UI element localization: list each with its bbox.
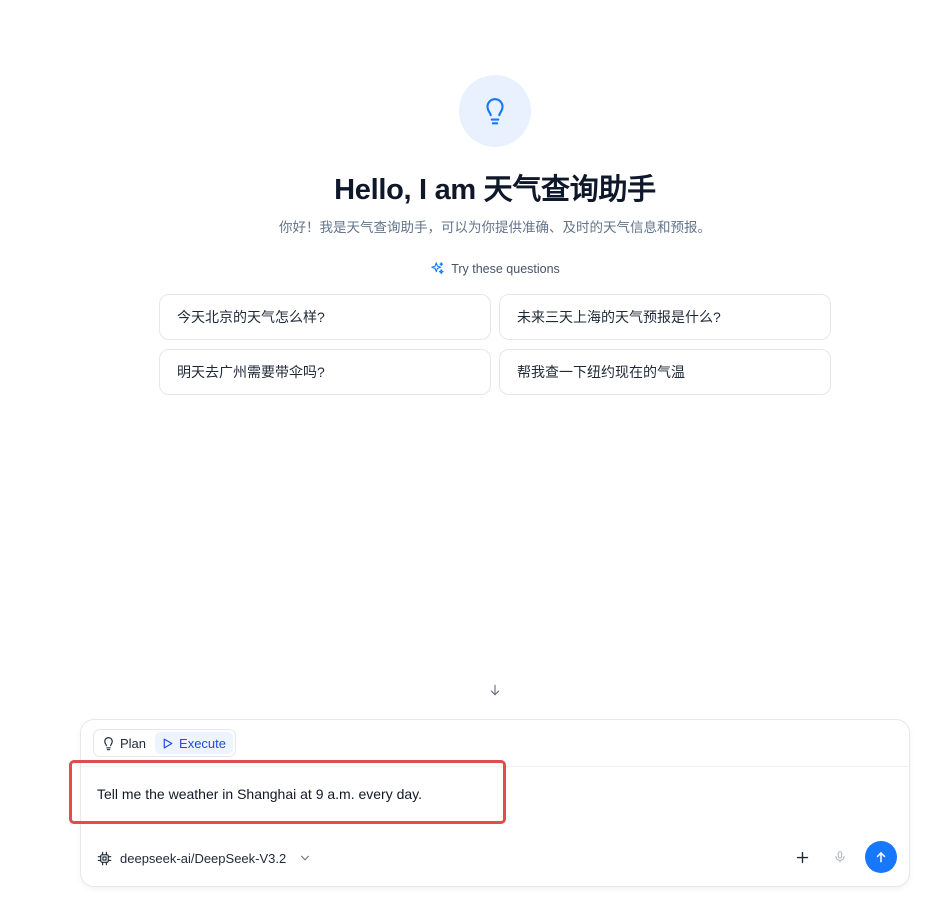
cpu-chip-icon xyxy=(97,851,112,865)
play-icon xyxy=(163,738,173,748)
sparkles-icon xyxy=(431,262,444,275)
model-selector[interactable]: deepseek-ai/DeepSeek-V3.2 xyxy=(97,848,312,868)
execute-mode-button[interactable]: Execute xyxy=(155,732,234,754)
plan-mode-label: Plan xyxy=(120,735,147,751)
plan-mode-button[interactable]: Plan xyxy=(96,732,153,754)
plus-icon xyxy=(796,851,808,863)
page-subtitle: 你好！我是天气查询助手，可以为你提供准确、及时的天气信息和预报。 xyxy=(279,220,711,235)
arrow-up-icon xyxy=(876,852,886,863)
arrow-down-icon xyxy=(490,684,500,696)
voice-input-button[interactable] xyxy=(827,844,853,870)
suggestion-grid: 今天北京的天气怎么样? 未来三天上海的天气预报是什么? 明天去广州需要带伞吗? … xyxy=(159,294,831,395)
message-composer: Plan Execute deepseek-ai/DeepSeek-V3.2 xyxy=(80,719,910,887)
add-attachment-button[interactable] xyxy=(789,844,815,870)
execute-mode-label: Execute xyxy=(179,735,227,751)
hero-lightbulb-badge xyxy=(459,75,531,147)
lightbulb-icon xyxy=(486,98,504,125)
send-button[interactable] xyxy=(865,841,897,873)
suggestion-card[interactable]: 明天去广州需要带伞吗? xyxy=(159,349,491,395)
suggestion-card[interactable]: 未来三天上海的天气预报是什么? xyxy=(499,294,831,340)
chevron-down-icon xyxy=(301,855,310,861)
page-title: Hello, I am 天气查询助手 xyxy=(334,174,656,206)
microphone-icon xyxy=(835,851,845,863)
model-name: deepseek-ai/DeepSeek-V3.2 xyxy=(120,850,287,866)
composer-divider xyxy=(81,766,909,767)
composer-actions xyxy=(789,841,897,873)
mode-switch: Plan Execute xyxy=(93,729,237,757)
chat-page: Hello, I am 天气查询助手 你好！我是天气查询助手，可以为你提供准确、… xyxy=(0,0,947,908)
suggestion-card[interactable]: 帮我查一下纽约现在的气温 xyxy=(499,349,831,395)
scroll-to-bottom-button[interactable] xyxy=(486,681,504,699)
suggestion-card[interactable]: 今天北京的天气怎么样? xyxy=(159,294,491,340)
try-questions-text: Try these questions xyxy=(451,261,560,276)
message-input[interactable] xyxy=(97,786,887,802)
lightbulb-icon xyxy=(104,736,113,750)
try-questions-label: Try these questions xyxy=(0,261,947,276)
